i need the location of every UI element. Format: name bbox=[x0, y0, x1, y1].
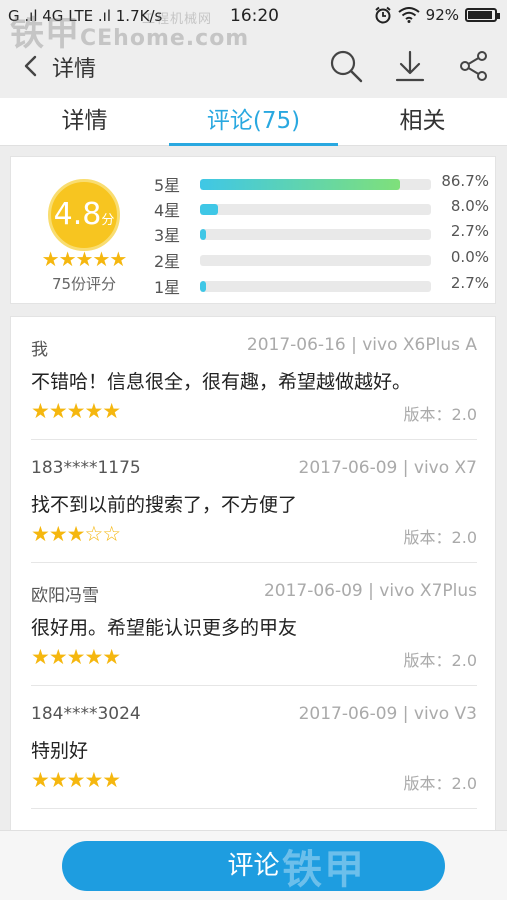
rating-row-5: 5星 86.7% bbox=[154, 172, 489, 195]
back-arrow-icon[interactable] bbox=[18, 52, 46, 80]
review-item: 183****1175 2017-06-09 | vivo X7 找不到以前的搜… bbox=[31, 440, 477, 563]
battery-level bbox=[468, 11, 492, 19]
review-version: 版本：2.0 bbox=[403, 528, 477, 547]
battery-icon bbox=[465, 8, 500, 22]
rating-row-label: 4星 bbox=[154, 201, 181, 220]
summary-stars: ★★★★★ bbox=[41, 247, 128, 271]
rating-row-percent: 8.0% bbox=[450, 197, 489, 215]
share-icon[interactable] bbox=[456, 48, 492, 84]
rating-row-label: 1星 bbox=[154, 278, 181, 297]
battery-percent: 92% bbox=[425, 6, 459, 24]
rating-row-1: 1星 2.7% bbox=[154, 274, 489, 297]
search-icon[interactable] bbox=[328, 48, 364, 84]
rating-bar-track bbox=[200, 204, 431, 215]
rating-bar-fill bbox=[200, 204, 219, 215]
tab-bar: 详情 评论(75) 相关 bbox=[0, 98, 507, 146]
rating-row-3: 3星 2.7% bbox=[154, 222, 489, 245]
rating-row-percent: 86.7% bbox=[441, 172, 489, 190]
review-user: 欧阳冯雪 bbox=[31, 586, 99, 606]
review-content: 很好用。希望能认识更多的甲友 bbox=[31, 617, 298, 639]
review-meta: 2017-06-09 | vivo X7 bbox=[298, 458, 477, 478]
watermark-tagline: 工程机械网 bbox=[142, 12, 213, 27]
rating-bar-fill bbox=[200, 179, 401, 190]
review-version: 版本：2.0 bbox=[403, 774, 477, 793]
review-item: 欧阳冯雪 2017-06-09 | vivo X7Plus 很好用。希望能认识更… bbox=[31, 563, 477, 686]
review-stars: ★★★★★ bbox=[31, 768, 121, 792]
rating-row-percent: 0.0% bbox=[450, 248, 489, 266]
review-stars: ★★★☆☆ bbox=[31, 522, 121, 546]
review-stars: ★★★★★ bbox=[31, 399, 121, 423]
score-badge: 4.8分 bbox=[48, 179, 120, 251]
rating-count: 75份评分 bbox=[51, 275, 117, 293]
review-meta: 2017-06-09 | vivo X7Plus bbox=[263, 581, 477, 601]
review-meta: 2017-06-16 | vivo X6Plus A bbox=[246, 335, 477, 355]
score-unit: 分 bbox=[101, 213, 115, 228]
rating-row-percent: 2.7% bbox=[450, 274, 489, 292]
watermark: 铁甲CEhome.com 工程机械网 bbox=[10, 6, 249, 55]
download-icon[interactable] bbox=[392, 48, 428, 84]
watermark-brand: 铁甲 bbox=[10, 14, 80, 54]
alarm-icon bbox=[375, 6, 391, 24]
rating-row-4: 4星 8.0% bbox=[154, 197, 489, 220]
rating-bar-fill bbox=[200, 281, 207, 292]
review-user: 184****3024 bbox=[31, 704, 141, 724]
rating-bar-track bbox=[200, 255, 431, 266]
rating-row-label: 3星 bbox=[154, 226, 181, 245]
review-version: 版本：2.0 bbox=[403, 651, 477, 670]
tab-reviews[interactable]: 评论(75) bbox=[169, 98, 338, 146]
comment-button[interactable]: 评论 bbox=[62, 841, 445, 891]
review-content: 特别好 bbox=[31, 740, 89, 762]
rating-row-percent: 2.7% bbox=[450, 222, 489, 240]
page-title: 详情 bbox=[52, 57, 97, 82]
review-user: 183****1175 bbox=[31, 458, 141, 478]
review-stars: ★★★★★ bbox=[31, 645, 121, 669]
review-item: 184****3024 2017-06-09 | vivo V3 特别好 ★★★… bbox=[31, 686, 477, 809]
wifi-icon bbox=[398, 7, 420, 23]
rating-bar-track bbox=[200, 179, 431, 190]
rating-row-label: 2星 bbox=[154, 252, 181, 271]
watermark-site: CEhome.com bbox=[80, 26, 250, 51]
status-right: 92% bbox=[374, 6, 500, 24]
review-content: 不错哈！信息很全，很有趣，希望越做越好。 bbox=[31, 371, 412, 393]
bottom-bar: 评论 铁甲 bbox=[0, 830, 507, 900]
score-value: 4.8 bbox=[53, 197, 102, 232]
review-user: 我 bbox=[31, 340, 48, 360]
review-content: 找不到以前的搜索了，不方便了 bbox=[31, 494, 298, 516]
rating-bar-track bbox=[200, 281, 431, 292]
rating-summary: 4.8分 ★★★★★ 75份评分 5星 86.7% 4星 8.0% 3星 2.7… bbox=[10, 156, 496, 304]
bottom-watermark: 铁甲 bbox=[282, 847, 366, 893]
review-meta: 2017-06-09 | vivo V3 bbox=[298, 704, 477, 724]
review-version: 版本：2.0 bbox=[403, 405, 477, 424]
rating-bar-track bbox=[200, 229, 431, 240]
rating-row-2: 2星 0.0% bbox=[154, 248, 489, 271]
review-list[interactable]: 我 2017-06-16 | vivo X6Plus A 不错哈！信息很全，很有… bbox=[10, 316, 496, 836]
rating-row-label: 5星 bbox=[154, 176, 181, 195]
tab-related[interactable]: 相关 bbox=[338, 98, 507, 146]
tab-details[interactable]: 详情 bbox=[0, 98, 169, 146]
review-item: 我 2017-06-16 | vivo X6Plus A 不错哈！信息很全，很有… bbox=[31, 317, 477, 440]
rating-bar-fill bbox=[200, 229, 207, 240]
